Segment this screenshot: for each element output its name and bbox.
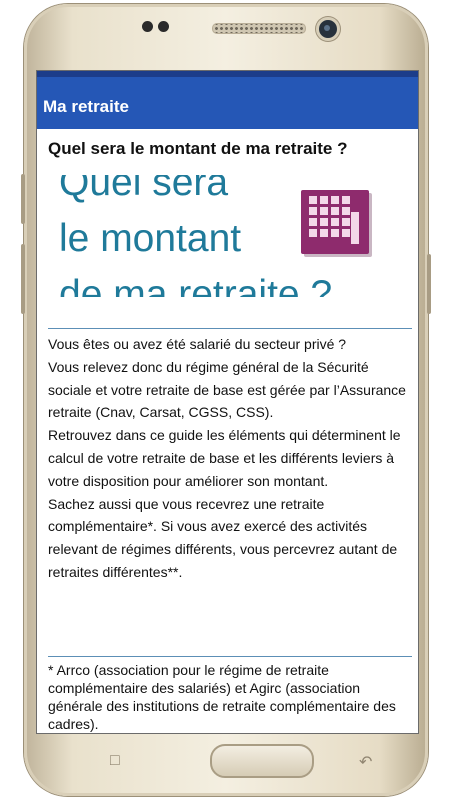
footnote: * Arrco (association pour le régime de r… — [48, 662, 396, 732]
recent-apps-icon[interactable]: □ — [110, 752, 120, 770]
earpiece-speaker — [212, 23, 306, 34]
hero-line-2: le montant — [59, 217, 242, 260]
sensor-icon — [158, 21, 169, 32]
paragraph: Sachez aussi que vous recevrez une retra… — [48, 495, 398, 580]
divider — [48, 328, 412, 329]
app-screen: Ma retraite Quel sera le montant de ma r… — [36, 70, 419, 734]
front-camera-icon — [316, 17, 340, 41]
article-body: Vous êtes ou avez été salarié du secteur… — [48, 333, 408, 584]
page-title: Quel sera le montant de ma retraite ? — [48, 139, 348, 158]
power-button — [21, 174, 25, 224]
volume-button — [21, 244, 25, 314]
hero-line-1: Quel sera — [59, 175, 229, 204]
paragraph: Retrouvez dans ce guide les éléments qui… — [48, 427, 401, 489]
divider — [48, 656, 412, 657]
app-title: Ma retraite — [43, 97, 129, 116]
app-bar: Ma retraite — [37, 71, 418, 129]
sensor-icon — [142, 21, 153, 32]
calculator-icon — [301, 190, 369, 254]
back-icon[interactable]: ↶ — [359, 752, 372, 772]
home-button[interactable] — [210, 744, 314, 778]
paragraph: Vous êtes ou avez été salarié du secteur… — [48, 336, 347, 352]
hero-illustration: Quel sera le montant de ma retraite ? — [49, 175, 397, 297]
hero-line-3: de ma retraite ? — [59, 273, 333, 297]
paragraph: Vous relevez donc du régime général de l… — [48, 358, 406, 421]
side-key — [427, 254, 431, 314]
